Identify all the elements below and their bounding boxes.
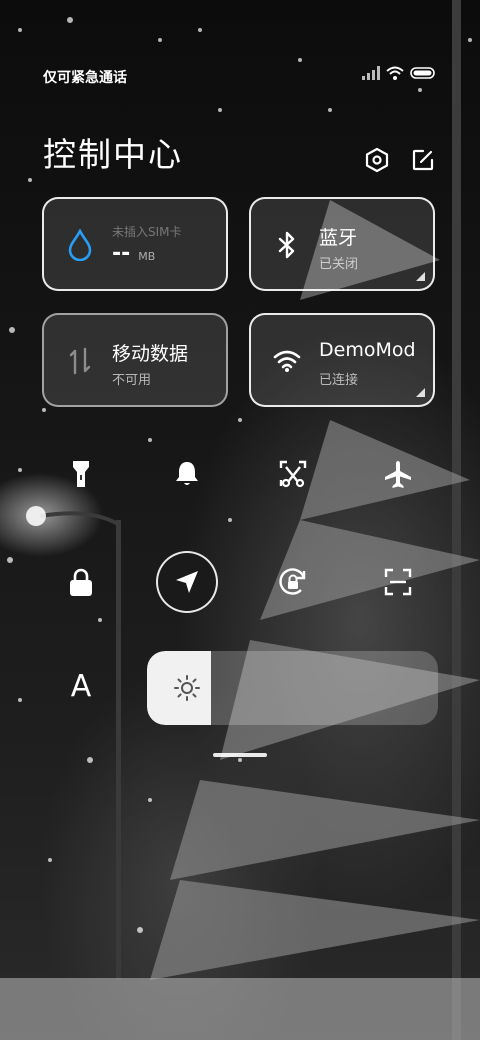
sun-icon bbox=[174, 675, 200, 701]
data-usage-value: -- MB bbox=[112, 241, 155, 266]
scan-icon bbox=[384, 568, 412, 596]
lock-screen-toggle[interactable] bbox=[55, 556, 107, 608]
battery-icon bbox=[410, 67, 435, 79]
status-bar: 仅可紧急通话 bbox=[0, 60, 480, 92]
wifi-tile[interactable]: DemoMod 已连接 bbox=[249, 313, 435, 407]
mobile-data-icon bbox=[64, 345, 96, 377]
sim-status-label: 未插入SIM卡 bbox=[112, 225, 182, 239]
expand-corner-icon[interactable] bbox=[416, 272, 425, 281]
mobile-data-title: 移动数据 bbox=[112, 343, 189, 365]
bluetooth-icon bbox=[271, 229, 303, 261]
bluetooth-tile[interactable]: 蓝牙 已关闭 bbox=[249, 197, 435, 291]
rotation-lock-toggle[interactable] bbox=[267, 556, 319, 608]
page-title: 控制中心 bbox=[43, 135, 183, 174]
location-active-ring bbox=[156, 551, 218, 613]
settings-button[interactable] bbox=[362, 145, 392, 175]
settings-hexagon-icon bbox=[365, 147, 389, 173]
water-drop-icon bbox=[64, 229, 96, 261]
bluetooth-title: 蓝牙 bbox=[319, 227, 358, 249]
carrier-status: 仅可紧急通话 bbox=[43, 70, 127, 86]
lock-icon bbox=[70, 568, 92, 596]
data-usage-tile[interactable]: 未插入SIM卡 -- MB bbox=[42, 197, 228, 291]
bell-icon bbox=[176, 462, 198, 485]
edit-button[interactable] bbox=[408, 145, 438, 175]
screenshot-scissors-icon bbox=[279, 460, 307, 488]
signal-icon bbox=[362, 66, 380, 80]
flashlight-icon bbox=[73, 461, 89, 487]
edit-icon bbox=[412, 149, 434, 171]
airplane-icon bbox=[385, 461, 411, 488]
scanner-toggle[interactable] bbox=[372, 556, 424, 608]
wifi-status: 已连接 bbox=[319, 373, 359, 388]
expand-corner-icon[interactable] bbox=[416, 388, 425, 397]
wifi-icon bbox=[271, 345, 303, 377]
rotation-lock-icon bbox=[279, 568, 306, 595]
brightness-slider[interactable] bbox=[147, 651, 438, 725]
mute-toggle[interactable] bbox=[161, 448, 213, 500]
screenshot-toggle[interactable] bbox=[267, 448, 319, 500]
wifi-network-name: DemoMod bbox=[319, 339, 416, 361]
airplane-mode-toggle[interactable] bbox=[372, 448, 424, 500]
drag-handle[interactable] bbox=[213, 753, 267, 757]
bluetooth-status: 已关闭 bbox=[319, 257, 359, 272]
mobile-data-tile[interactable]: 移动数据 不可用 bbox=[42, 313, 228, 407]
location-toggle[interactable] bbox=[156, 551, 218, 613]
status-icons bbox=[362, 66, 436, 80]
mobile-data-status: 不可用 bbox=[112, 373, 152, 388]
data-usage-number: -- bbox=[112, 241, 131, 266]
flashlight-toggle[interactable] bbox=[55, 448, 107, 500]
wifi-icon bbox=[386, 66, 404, 80]
auto-brightness-button[interactable]: A bbox=[64, 668, 98, 706]
location-arrow-icon bbox=[176, 571, 198, 593]
data-usage-unit: MB bbox=[138, 250, 156, 263]
